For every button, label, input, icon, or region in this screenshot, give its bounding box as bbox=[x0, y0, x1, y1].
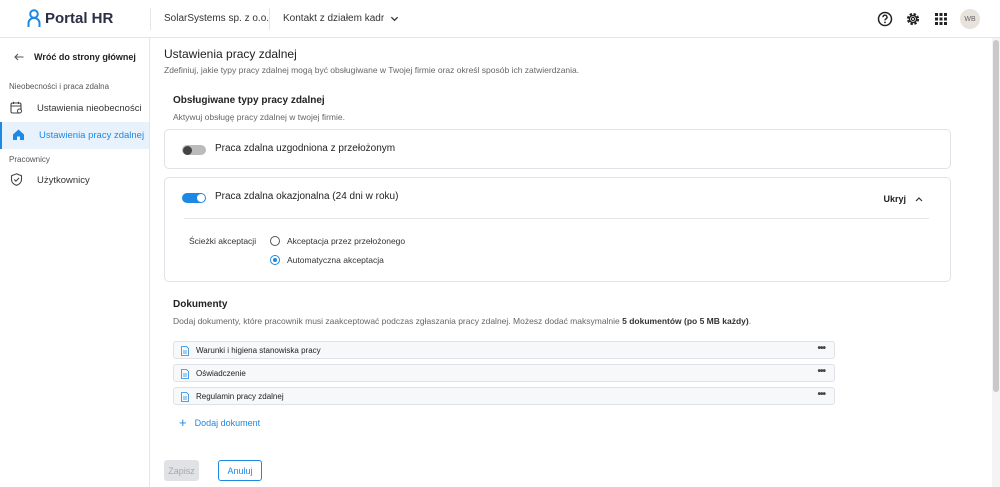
subtitle-text: Dodaj dokumenty, które pracownik musi za… bbox=[173, 316, 623, 326]
contact-dropdown[interactable]: Kontakt z działem kadr bbox=[283, 13, 399, 24]
scrollbar[interactable] bbox=[992, 38, 1000, 487]
save-button[interactable]: Zapisz bbox=[164, 460, 199, 481]
more-options-button[interactable]: ••• bbox=[817, 389, 825, 400]
chevron-up-icon bbox=[915, 197, 923, 202]
toggle-knob bbox=[183, 145, 192, 155]
gear-icon[interactable] bbox=[905, 11, 921, 27]
remote-type-label: Praca zdalna okazjonalna (24 dni w roku) bbox=[215, 191, 399, 202]
page-title: Ustawienia pracy zdalnej bbox=[164, 47, 297, 61]
more-options-button[interactable]: ••• bbox=[817, 366, 825, 377]
plus-icon: + bbox=[179, 415, 187, 430]
document-name: Oświadczenie bbox=[196, 369, 246, 378]
main-content: Ustawienia pracy zdalnej Zdefiniuj, jaki… bbox=[150, 38, 1000, 487]
types-section-title: Obsługiwane typy pracy zdalnej bbox=[173, 95, 325, 106]
sidebar-item-label: Użytkownicy bbox=[37, 175, 90, 186]
radio-circle[interactable] bbox=[270, 255, 280, 265]
top-bar: Portal HR SolarSystems sp. z o.o. Kontak… bbox=[0, 0, 1000, 38]
user-avatar[interactable]: WB bbox=[960, 9, 980, 29]
radio-label: Automatyczna akceptacja bbox=[287, 255, 384, 265]
radio-circle[interactable] bbox=[270, 236, 280, 246]
divider bbox=[184, 218, 929, 219]
cancel-button[interactable]: Anuluj bbox=[218, 460, 262, 481]
arrow-left-icon bbox=[14, 53, 24, 61]
calendar-settings-icon bbox=[10, 101, 22, 114]
sidebar-item-remote-work-settings[interactable]: Ustawienia pracy zdalnej bbox=[0, 122, 149, 149]
home-icon bbox=[13, 129, 24, 140]
remote-type-toggle-agreed[interactable] bbox=[182, 145, 206, 155]
toggle-knob bbox=[197, 194, 205, 202]
person-logo-icon bbox=[27, 9, 41, 27]
radio-manager-acceptance[interactable]: Akceptacja przez przełożonego bbox=[270, 236, 405, 246]
chevron-down-icon bbox=[391, 16, 399, 22]
documents-section-title: Dokumenty bbox=[173, 299, 228, 310]
document-icon bbox=[181, 392, 189, 402]
document-icon bbox=[181, 346, 189, 356]
document-row[interactable]: Oświadczenie ••• bbox=[173, 364, 835, 382]
document-name: Regulamin pracy zdalnej bbox=[196, 392, 284, 401]
sidebar-item-absence-settings[interactable]: Ustawienia nieobecności bbox=[0, 95, 149, 122]
sidebar-item-users[interactable]: Użytkownicy bbox=[0, 167, 149, 194]
remote-type-toggle-occasional[interactable] bbox=[182, 193, 206, 203]
divider bbox=[269, 8, 270, 30]
company-name: SolarSystems sp. z o.o. bbox=[164, 13, 270, 24]
document-name: Warunki i higiena stanowiska pracy bbox=[196, 346, 321, 355]
remote-type-card-occasional: Praca zdalna okazjonalna (24 dni w roku)… bbox=[164, 177, 951, 282]
subtitle-limit: 5 dokumentów (po 5 MB każdy) bbox=[622, 316, 749, 326]
collapse-button[interactable]: Ukryj bbox=[883, 194, 923, 204]
divider bbox=[150, 8, 151, 30]
contact-label: Kontakt z działem kadr bbox=[283, 13, 385, 24]
document-row[interactable]: Warunki i higiena stanowiska pracy ••• bbox=[173, 341, 835, 359]
apps-grid-icon[interactable] bbox=[933, 11, 949, 27]
document-row[interactable]: Regulamin pracy zdalnej ••• bbox=[173, 387, 835, 405]
page-subtitle: Zdefiniuj, jakie typy pracy zdalnej mogą… bbox=[164, 65, 580, 75]
app-name: Portal HR bbox=[45, 10, 114, 27]
sidebar-item-label: Ustawienia nieobecności bbox=[37, 103, 142, 114]
types-section-subtitle: Aktywuj obsługę pracy zdalnej w twojej f… bbox=[173, 112, 345, 122]
collapse-label: Ukryj bbox=[883, 194, 906, 204]
acceptance-paths-label: Ścieżki akceptacji bbox=[189, 236, 257, 246]
scrollbar-thumb[interactable] bbox=[993, 40, 999, 392]
remote-type-label: Praca zdalna uzgodniona z przełożonym bbox=[215, 143, 396, 154]
help-icon[interactable] bbox=[877, 11, 893, 27]
more-options-button[interactable]: ••• bbox=[817, 343, 825, 354]
add-document-label: Dodaj dokument bbox=[194, 418, 261, 428]
back-label: Wróć do strony głównej bbox=[34, 52, 136, 62]
document-icon bbox=[181, 369, 189, 379]
add-document-button[interactable]: + Dodaj dokument bbox=[179, 415, 261, 430]
sidebar-section-employees: Pracownicy bbox=[9, 155, 50, 164]
back-to-home-link[interactable]: Wróć do strony głównej bbox=[14, 52, 136, 62]
sidebar-item-label: Ustawienia pracy zdalnej bbox=[39, 130, 145, 141]
radio-label: Akceptacja przez przełożonego bbox=[287, 236, 406, 246]
sidebar-section-absences: Nieobecności i praca zdalna bbox=[9, 82, 110, 91]
shield-check-icon bbox=[10, 173, 23, 186]
documents-section-subtitle: Dodaj dokumenty, które pracownik musi za… bbox=[173, 316, 751, 326]
app-logo[interactable]: Portal HR bbox=[27, 9, 113, 28]
sidebar: Wróć do strony głównej Nieobecności i pr… bbox=[0, 38, 150, 487]
remote-type-card-agreed: Praca zdalna uzgodniona z przełożonym bbox=[164, 129, 951, 169]
radio-automatic-acceptance[interactable]: Automatyczna akceptacja bbox=[270, 255, 384, 265]
subtitle-end: . bbox=[748, 316, 752, 326]
